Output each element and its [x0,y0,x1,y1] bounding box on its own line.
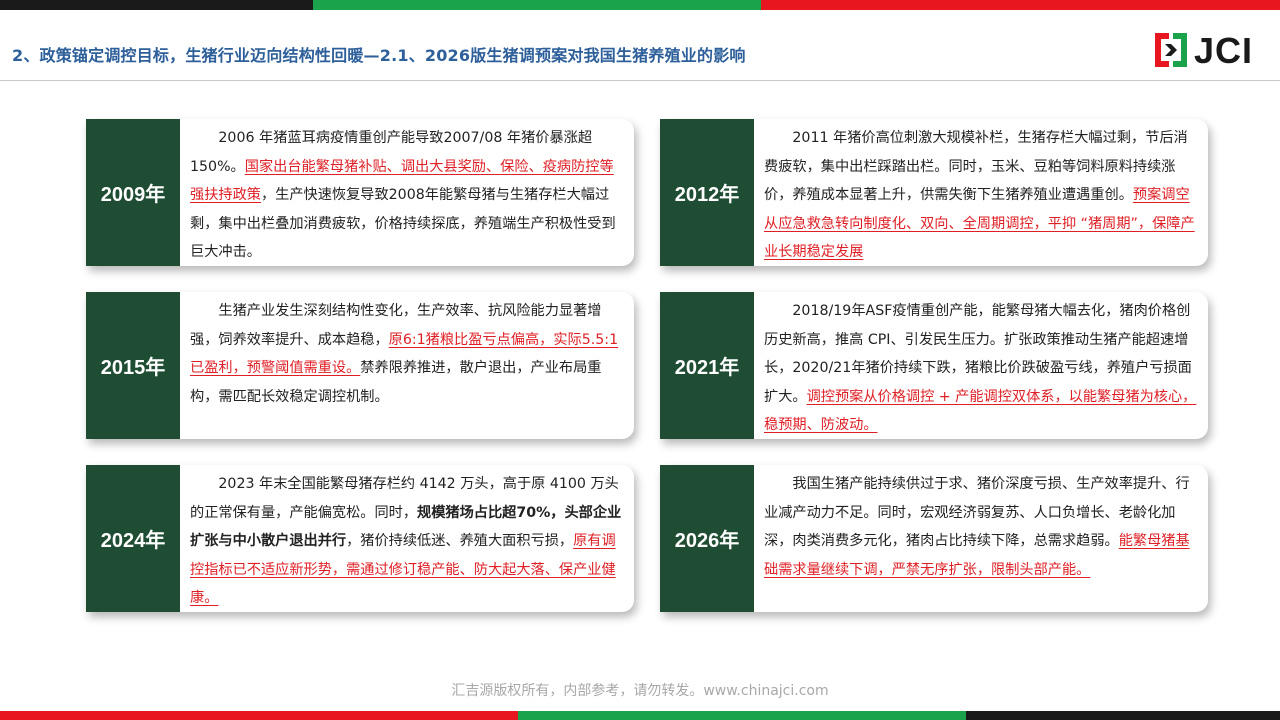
logo-text: JCI [1194,30,1254,71]
bottom-bar-black-segment [966,711,1280,720]
card-description: 2018/19年ASF疫情重创产能，能繁母猪大幅去化，猪肉价格创历史新高，推高 … [754,292,1208,439]
timeline-card-2026: 2026年 我国生猪产能持续供过于求、猪价深度亏损、生产效率提升、行业减产动力不… [660,465,1208,612]
timeline-card-2009: 2009年 2006 年猪蓝耳病疫情重创产能导致2007/08 年猪价暴涨超15… [86,119,634,266]
card-description: 2006 年猪蓝耳病疫情重创产能导致2007/08 年猪价暴涨超150%。国家出… [180,119,634,266]
top-bar-green-segment [313,0,761,10]
card-description: 2011 年猪价高位刺激大规模补栏，生猪存栏大幅过剩，节后消费疲软，集中出栏踩踏… [754,119,1208,266]
card-description: 2023 年末全国能繁母猪存栏约 4142 万头，高于原 4100 万头的正常保… [180,465,634,612]
top-bar-red-segment [761,0,1280,10]
card-year-label: 2026年 [660,465,754,612]
timeline-card-2012: 2012年 2011 年猪价高位刺激大规模补栏，生猪存栏大幅过剩，节后消费疲软，… [660,119,1208,266]
bottom-color-bar [0,711,1280,720]
bottom-bar-green-segment [518,711,966,720]
jci-logo: JCI [1152,28,1262,72]
page-title: 2、政策锚定调控目标，生猪行业迈向结构性回暖—2.1、2026版生猪调预案对我国… [12,46,746,65]
card-highlight-text: 调控预案从价格调控 + 产能调控双体系，以能繁母猪为核心，稳预期、防波动。 [764,388,1197,434]
copyright-footer: 汇吉源版权所有，内部参考，请勿转发。www.chinajci.com [451,683,829,699]
card-year-label: 2012年 [660,119,754,266]
bottom-bar-red-segment [0,711,518,720]
timeline-card-2015: 2015年 生猪产业发生深刻结构性变化，生产效率、抗风险能力显著增强，饲养效率提… [86,292,634,439]
timeline-card-2021: 2021年 2018/19年ASF疫情重创产能，能繁母猪大幅去化，猪肉价格创历史… [660,292,1208,439]
card-text: ，猪价持续低迷、养殖大面积亏损， [346,533,574,550]
card-description: 我国生猪产能持续供过于求、猪价深度亏损、生产效率提升、行业减产动力不足。同时，宏… [754,465,1208,612]
card-description: 生猪产业发生深刻结构性变化，生产效率、抗风险能力显著增强，饲养效率提升、成本趋稳… [180,292,634,439]
card-text: 2011 年猪价高位刺激大规模补栏，生猪存栏大幅过剩，节后消费疲软，集中出栏踩踏… [764,130,1188,204]
jci-logo-mark-icon [1155,33,1187,67]
card-year-label: 2015年 [86,292,180,439]
card-year-label: 2024年 [86,465,180,612]
top-bar-black-segment [0,0,313,10]
timeline-card-2024: 2024年 2023 年末全国能繁母猪存栏约 4142 万头，高于原 4100 … [86,465,634,612]
card-year-label: 2009年 [86,119,180,266]
header-divider [0,80,1280,81]
card-year-label: 2021年 [660,292,754,439]
top-color-bar [0,0,1280,10]
